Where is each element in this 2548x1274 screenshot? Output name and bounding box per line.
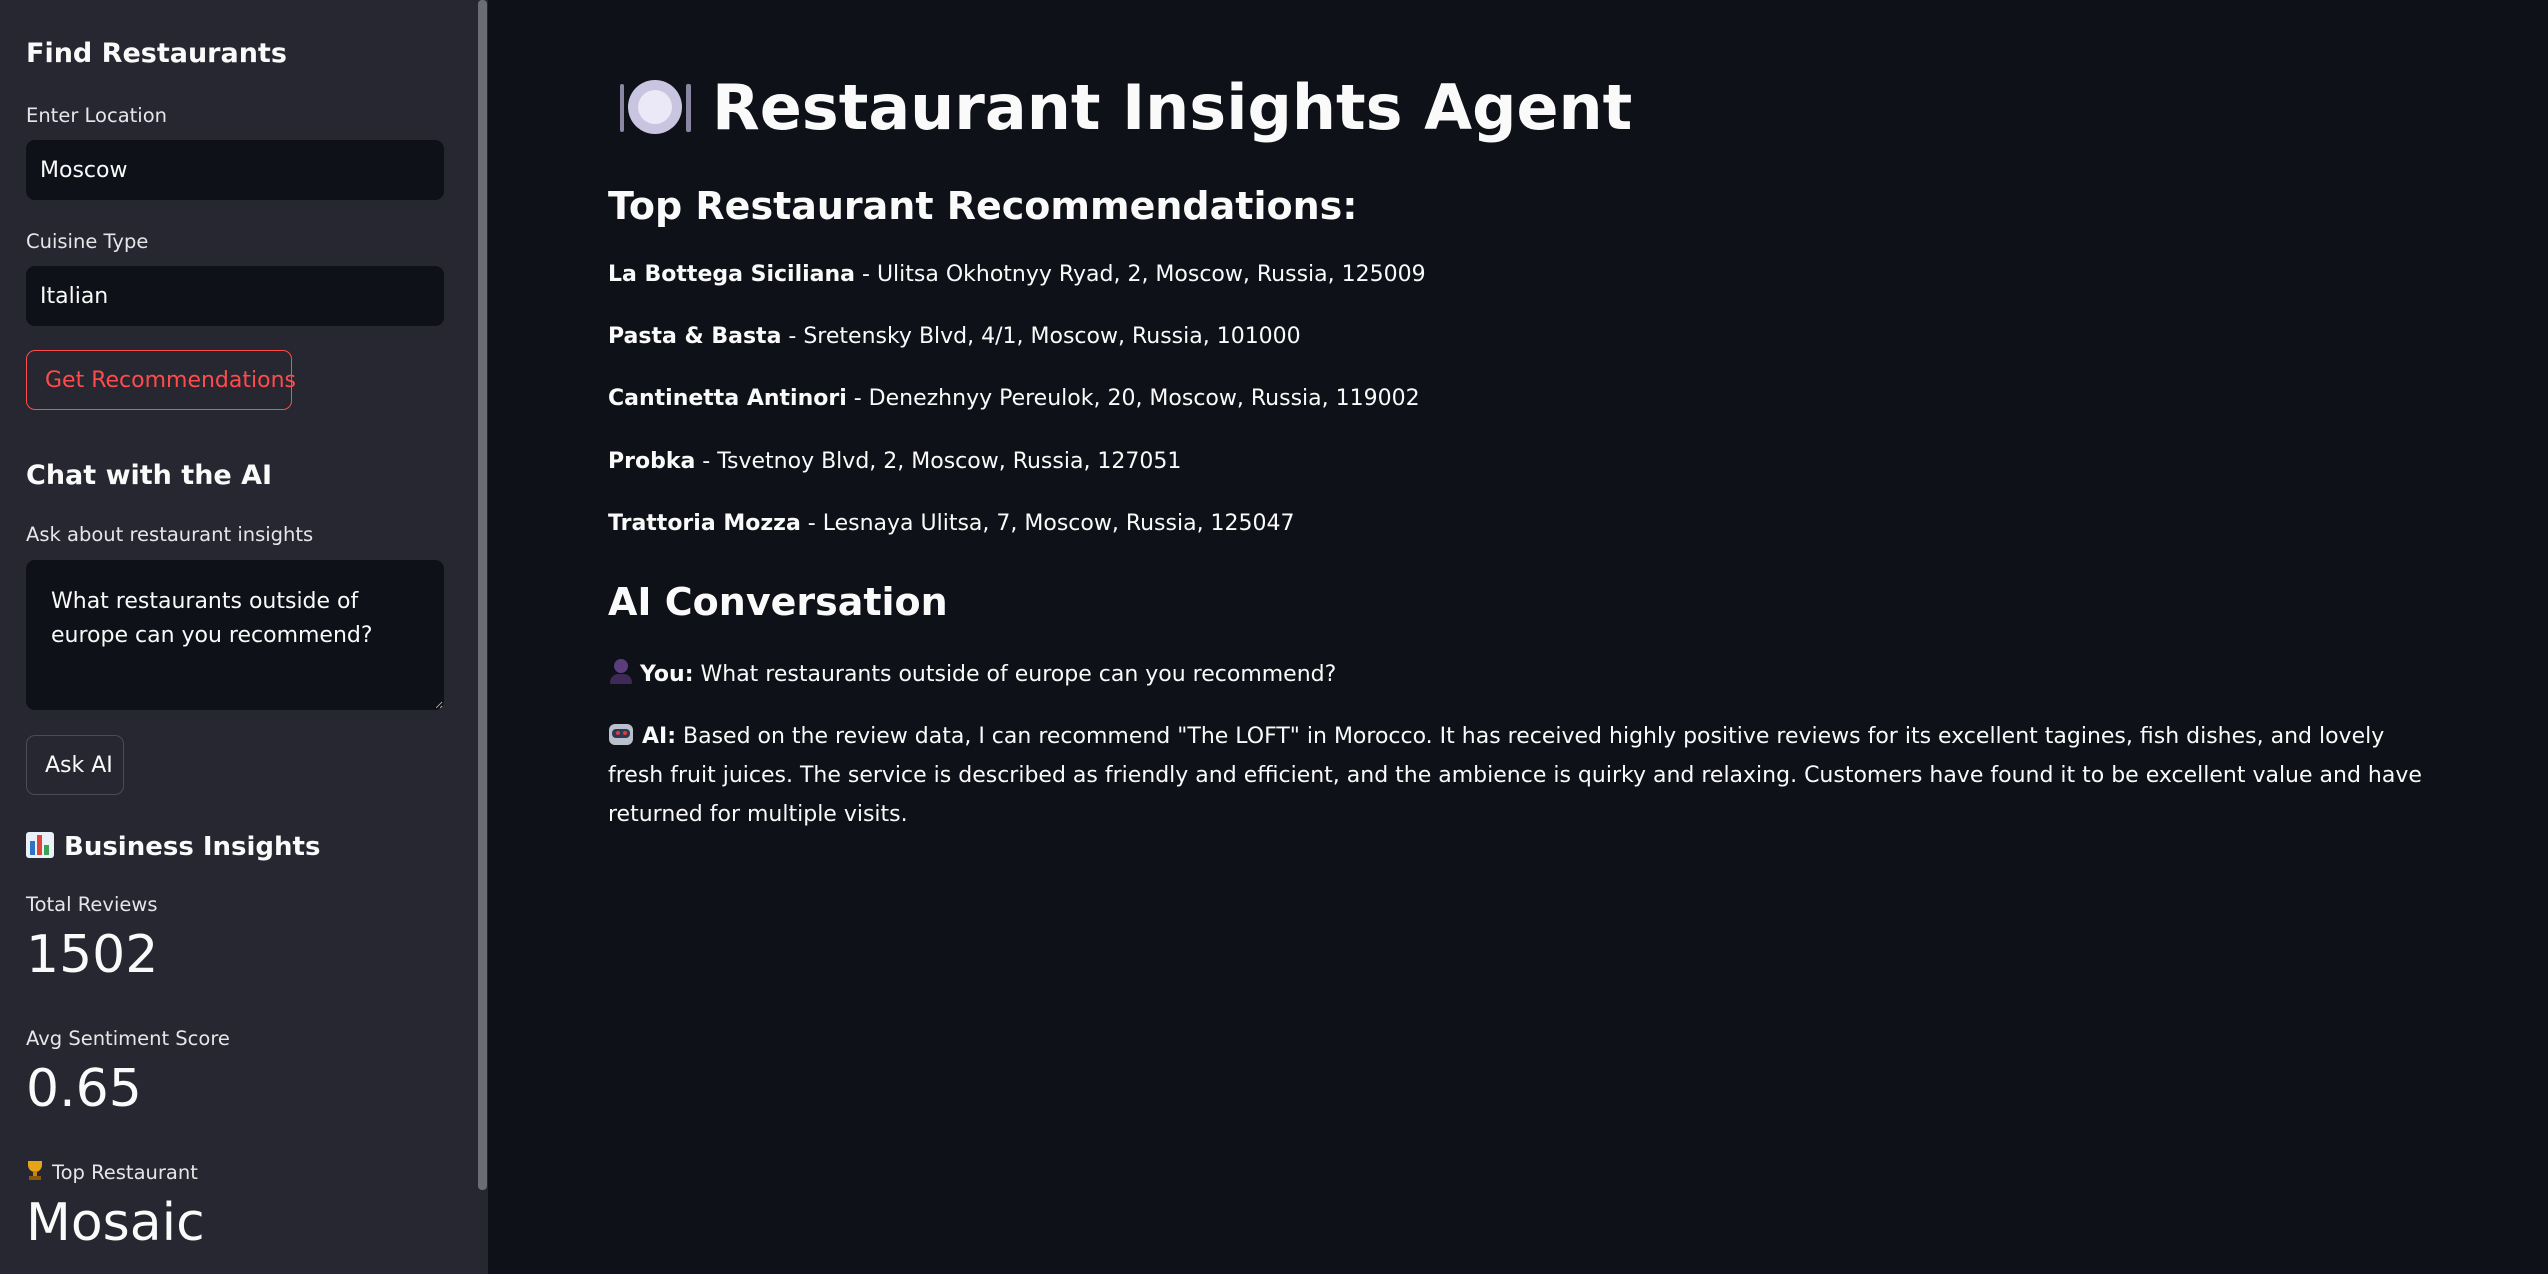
- avg-sentiment-value: 0.65: [26, 1059, 142, 1119]
- ai-message: AI: Based on the review data, I can reco…: [608, 717, 2438, 834]
- ask-ai-button[interactable]: Ask AI: [26, 735, 124, 795]
- total-reviews-label: Total Reviews: [26, 893, 158, 916]
- recommendation-item: La Bottega Siciliana - Ulitsa Okhotnyy R…: [608, 262, 1426, 287]
- page-title: Restaurant Insights Agent: [712, 70, 1633, 144]
- user-icon: [608, 658, 632, 686]
- recommendation-item: Cantinetta Antinori - Denezhnyy Pereulok…: [608, 386, 1420, 411]
- find-restaurants-heading: Find Restaurants: [26, 38, 287, 69]
- chat-heading: Chat with the AI: [26, 460, 273, 491]
- avg-sentiment-label: Avg Sentiment Score: [26, 1027, 230, 1050]
- cuisine-label: Cuisine Type: [26, 230, 149, 253]
- business-insights-heading: Business Insights: [26, 832, 320, 862]
- restaurant-address: - Ulitsa Okhotnyy Ryad, 2, Moscow, Russi…: [855, 262, 1426, 287]
- location-label: Enter Location: [26, 104, 168, 127]
- conversation-heading: AI Conversation: [608, 580, 948, 624]
- get-recommendations-button[interactable]: Get Recommendations: [26, 350, 296, 410]
- restaurant-name: Trattoria Mozza: [608, 511, 801, 536]
- ask-label: Ask about restaurant insights: [26, 523, 314, 546]
- restaurant-address: - Tsvetnoy Blvd, 2, Moscow, Russia, 1270…: [695, 449, 1182, 474]
- total-reviews-value: 1502: [26, 925, 159, 985]
- restaurant-address: - Lesnaya Ulitsa, 7, Moscow, Russia, 125…: [800, 511, 1295, 536]
- recommendation-item: Probka - Tsvetnoy Blvd, 2, Moscow, Russi…: [608, 449, 1181, 474]
- restaurant-address: - Sretensky Blvd, 4/1, Moscow, Russia, 1…: [781, 324, 1301, 349]
- recommendation-item: Pasta & Basta - Sretensky Blvd, 4/1, Mos…: [608, 324, 1301, 349]
- user-speaker: You:: [640, 662, 694, 687]
- recommendation-item: Trattoria Mozza - Lesnaya Ulitsa, 7, Mos…: [608, 511, 1295, 536]
- trophy-icon: [26, 1161, 44, 1181]
- top-restaurant-value: Mosaic: [26, 1193, 205, 1253]
- location-input[interactable]: [26, 140, 444, 200]
- title-row: Restaurant Insights Agent: [618, 70, 1632, 144]
- top-restaurant-label: Top Restaurant: [52, 1161, 198, 1184]
- plate-cutlery-icon: [618, 70, 692, 144]
- recommendations-heading: Top Restaurant Recommendations:: [608, 184, 1358, 228]
- sidebar-scrollbar[interactable]: [478, 0, 487, 1190]
- app: Find Restaurants Enter Location Cuisine …: [0, 0, 2548, 1274]
- restaurant-name: Probka: [608, 449, 696, 474]
- bar-chart-icon: [26, 832, 54, 858]
- user-message-text: What restaurants outside of europe can y…: [693, 662, 1337, 687]
- restaurant-name: La Bottega Siciliana: [608, 262, 856, 287]
- restaurant-name: Pasta & Basta: [608, 324, 782, 349]
- user-message: You: What restaurants outside of europe …: [608, 655, 2438, 694]
- business-insights-label: Business Insights: [64, 832, 321, 862]
- ai-message-text: Based on the review data, I can recommen…: [608, 724, 2422, 827]
- robot-icon: [608, 721, 634, 747]
- sidebar: Find Restaurants Enter Location Cuisine …: [0, 0, 488, 1274]
- cuisine-input[interactable]: [26, 266, 444, 326]
- ask-textarea[interactable]: What restaurants outside of europe can y…: [26, 560, 444, 710]
- restaurant-address: - Denezhnyy Pereulok, 20, Moscow, Russia…: [846, 386, 1420, 411]
- top-restaurant-label-row: Top Restaurant: [26, 1161, 198, 1184]
- restaurant-name: Cantinetta Antinori: [608, 386, 847, 411]
- ai-speaker: AI:: [642, 724, 677, 749]
- main-content: Restaurant Insights Agent Top Restaurant…: [488, 0, 2548, 1274]
